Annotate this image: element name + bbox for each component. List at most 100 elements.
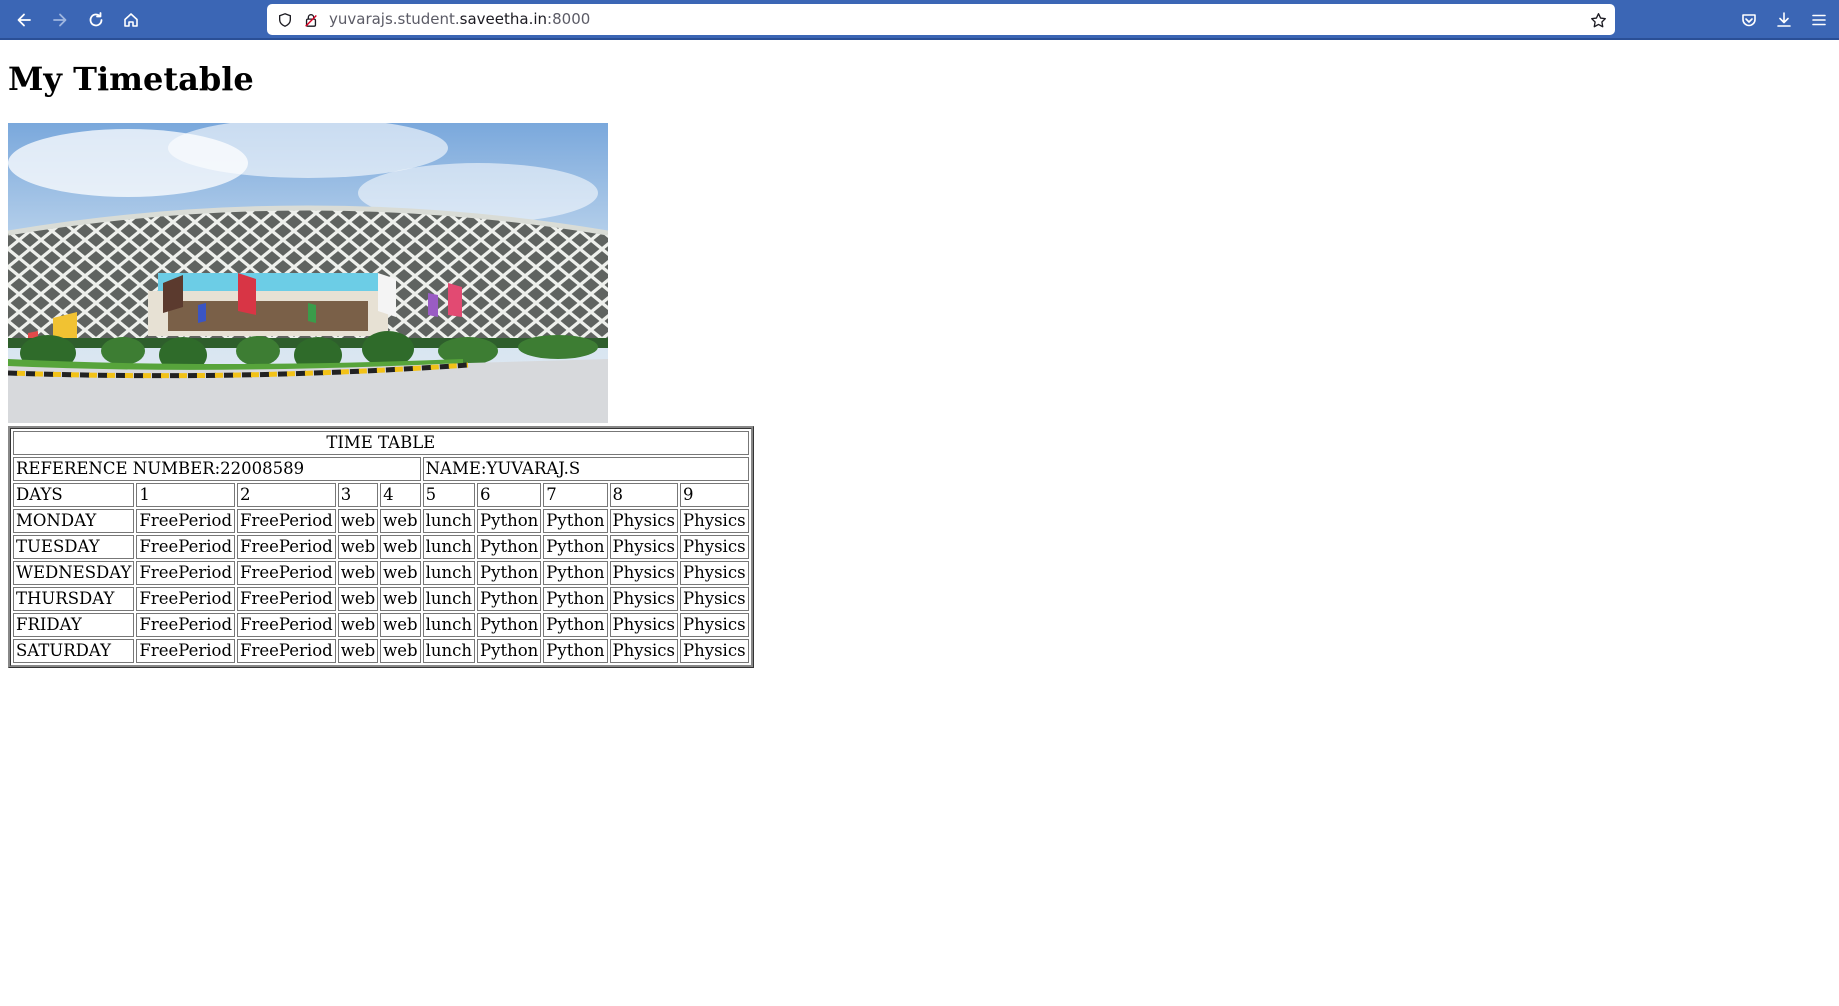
period-cell: web [337, 613, 379, 637]
hamburger-menu-icon[interactable] [1806, 7, 1832, 33]
url-text[interactable]: yuvarajs.student.saveetha.in:8000 [329, 10, 590, 28]
table-row: WEDNESDAY FreePeriod FreePeriod web web … [13, 561, 749, 585]
table-row: SATURDAY FreePeriod FreePeriod web web l… [13, 639, 749, 663]
header-cell: 2 [237, 483, 336, 507]
period-cell: web [380, 509, 421, 533]
period-cell: Python [543, 561, 608, 585]
period-cell: Physics [680, 509, 749, 533]
timetable-caption: TIME TABLE [13, 431, 749, 455]
page-title: My Timetable [8, 60, 254, 98]
url-host-main: saveetha.in [459, 10, 548, 28]
page-content: My Timetable TIME TABLE REFERENCE NUMBER… [0, 40, 1839, 1006]
home-icon[interactable] [118, 7, 144, 33]
day-cell: SATURDAY [13, 639, 135, 663]
student-name: NAME:YUVARAJ.S [422, 457, 749, 481]
reload-icon[interactable] [83, 7, 109, 33]
period-cell: web [380, 613, 421, 637]
period-cell: Physics [680, 561, 749, 585]
day-cell: THURSDAY [13, 587, 135, 611]
period-cell: web [380, 561, 421, 585]
forward-arrow-icon[interactable] [47, 7, 73, 33]
header-cell: 1 [136, 483, 236, 507]
period-cell: Physics [680, 587, 749, 611]
period-cell: Python [477, 613, 542, 637]
period-cell: Python [477, 639, 542, 663]
period-cell: lunch [422, 535, 476, 559]
reference-number: REFERENCE NUMBER:22008589 [13, 457, 421, 481]
lock-icon[interactable] [302, 11, 320, 29]
period-cell: lunch [422, 613, 476, 637]
table-row: THURSDAY FreePeriod FreePeriod web web l… [13, 587, 749, 611]
browser-toolbar: yuvarajs.student.saveetha.in:8000 [0, 0, 1839, 40]
header-cell: 8 [609, 483, 679, 507]
url-host-prefix: yuvarajs.student. [329, 10, 460, 28]
period-cell: Physics [609, 509, 679, 533]
period-cell: web [337, 587, 379, 611]
period-cell: web [380, 639, 421, 663]
shield-icon[interactable] [276, 11, 294, 29]
caption-row: TIME TABLE [13, 431, 749, 455]
period-cell: Physics [680, 535, 749, 559]
header-cell: 3 [337, 483, 379, 507]
period-cell: FreePeriod [237, 639, 336, 663]
period-cell: lunch [422, 561, 476, 585]
period-cell: Physics [609, 639, 679, 663]
header-cell: 7 [543, 483, 608, 507]
header-cell: 5 [422, 483, 476, 507]
header-cell: 6 [477, 483, 542, 507]
period-cell: FreePeriod [136, 639, 236, 663]
period-cell: FreePeriod [237, 535, 336, 559]
day-cell: MONDAY [13, 509, 135, 533]
period-cell: FreePeriod [136, 535, 236, 559]
period-cell: lunch [422, 509, 476, 533]
period-cell: Python [543, 613, 608, 637]
period-cell: FreePeriod [237, 509, 336, 533]
header-cell: DAYS [13, 483, 135, 507]
period-cell: web [337, 561, 379, 585]
table-row: FRIDAY FreePeriod FreePeriod web web lun… [13, 613, 749, 637]
info-row: REFERENCE NUMBER:22008589 NAME:YUVARAJ.S [13, 457, 749, 481]
period-cell: Physics [609, 561, 679, 585]
back-arrow-icon[interactable] [11, 7, 37, 33]
url-bar[interactable]: yuvarajs.student.saveetha.in:8000 [267, 4, 1615, 35]
header-row: DAYS 1 2 3 4 5 6 7 8 9 [13, 483, 749, 507]
period-cell: Physics [680, 613, 749, 637]
table-row: MONDAY FreePeriod FreePeriod web web lun… [13, 509, 749, 533]
period-cell: Python [477, 561, 542, 585]
period-cell: Python [477, 587, 542, 611]
period-cell: Physics [680, 639, 749, 663]
url-port: :8000 [547, 10, 591, 28]
period-cell: web [337, 639, 379, 663]
period-cell: FreePeriod [237, 587, 336, 611]
period-cell: web [337, 509, 379, 533]
period-cell: Python [543, 587, 608, 611]
timetable: TIME TABLE REFERENCE NUMBER:22008589 NAM… [8, 426, 754, 668]
period-cell: Python [543, 639, 608, 663]
period-cell: Physics [609, 587, 679, 611]
period-cell: FreePeriod [136, 509, 236, 533]
period-cell: FreePeriod [136, 613, 236, 637]
day-cell: FRIDAY [13, 613, 135, 637]
header-cell: 4 [380, 483, 421, 507]
period-cell: web [380, 535, 421, 559]
period-cell: FreePeriod [136, 561, 236, 585]
period-cell: web [337, 535, 379, 559]
pocket-icon[interactable] [1736, 7, 1762, 33]
day-cell: WEDNESDAY [13, 561, 135, 585]
campus-image [8, 123, 608, 423]
day-cell: TUESDAY [13, 535, 135, 559]
period-cell: Python [543, 509, 608, 533]
table-row: TUESDAY FreePeriod FreePeriod web web lu… [13, 535, 749, 559]
period-cell: Python [477, 535, 542, 559]
period-cell: web [380, 587, 421, 611]
period-cell: FreePeriod [237, 613, 336, 637]
period-cell: FreePeriod [237, 561, 336, 585]
period-cell: Physics [609, 613, 679, 637]
period-cell: Physics [609, 535, 679, 559]
star-icon[interactable] [1589, 11, 1607, 29]
period-cell: lunch [422, 639, 476, 663]
period-cell: Python [477, 509, 542, 533]
period-cell: lunch [422, 587, 476, 611]
period-cell: Python [543, 535, 608, 559]
download-icon[interactable] [1771, 7, 1797, 33]
